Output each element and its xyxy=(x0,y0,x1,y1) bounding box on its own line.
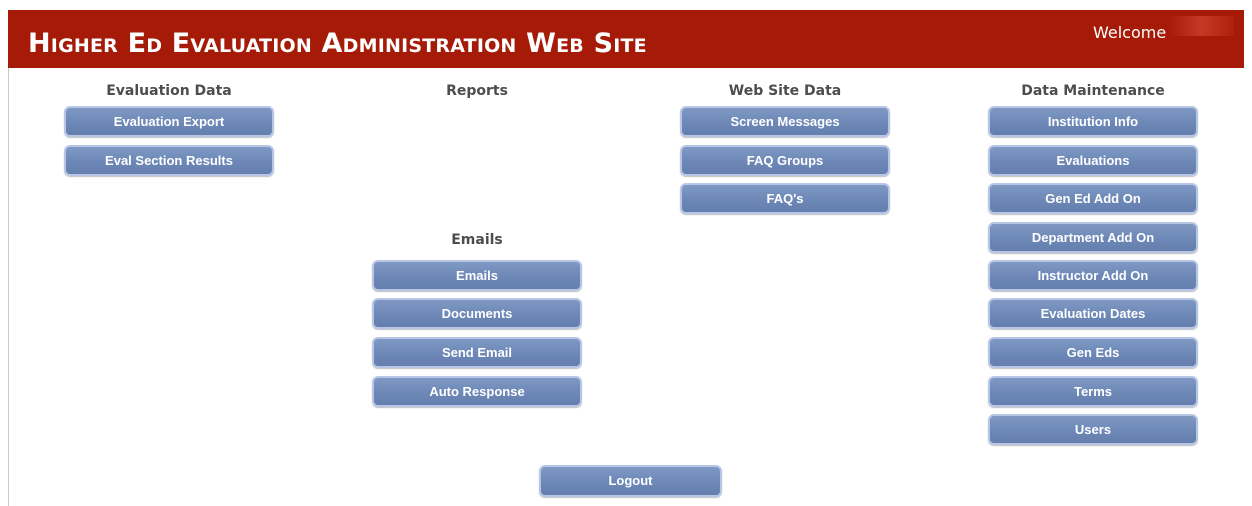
section-heading-data-maintenance: Data Maintenance xyxy=(1021,83,1165,99)
section-heading-web-site-data: Web Site Data xyxy=(728,83,842,99)
welcome-user-name xyxy=(1168,16,1234,36)
emails-button[interactable]: Emails xyxy=(372,260,582,291)
terms-button[interactable]: Terms xyxy=(988,376,1198,407)
screen-messages-button[interactable]: Screen Messages xyxy=(680,106,890,137)
section-heading-evaluation-data: Evaluation Data xyxy=(106,83,232,99)
department-add-on-button[interactable]: Department Add On xyxy=(988,222,1198,253)
send-email-button[interactable]: Send Email xyxy=(372,337,582,368)
gen-ed-add-on-button[interactable]: Gen Ed Add On xyxy=(988,183,1198,214)
eval-section-results-button[interactable]: Eval Section Results xyxy=(64,145,274,176)
site-title: Higher Ed Evaluation Administration Web … xyxy=(28,28,647,59)
logout-button[interactable]: Logout xyxy=(539,465,722,497)
site-header: Higher Ed Evaluation Administration Web … xyxy=(8,10,1244,68)
evaluations-button[interactable]: Evaluations xyxy=(988,145,1198,176)
evaluation-export-button[interactable]: Evaluation Export xyxy=(64,106,274,137)
faqs-button[interactable]: FAQ's xyxy=(680,183,890,214)
section-heading-emails: Emails xyxy=(451,232,503,248)
welcome-label: Welcome xyxy=(1093,23,1167,42)
gen-eds-button[interactable]: Gen Eds xyxy=(988,337,1198,368)
auto-response-button[interactable]: Auto Response xyxy=(372,376,582,407)
section-heading-reports: Reports xyxy=(446,83,508,99)
faq-groups-button[interactable]: FAQ Groups xyxy=(680,145,890,176)
evaluation-dates-button[interactable]: Evaluation Dates xyxy=(988,298,1198,329)
documents-button[interactable]: Documents xyxy=(372,298,582,329)
users-button[interactable]: Users xyxy=(988,414,1198,445)
institution-info-button[interactable]: Institution Info xyxy=(988,106,1198,137)
instructor-add-on-button[interactable]: Instructor Add On xyxy=(988,260,1198,291)
